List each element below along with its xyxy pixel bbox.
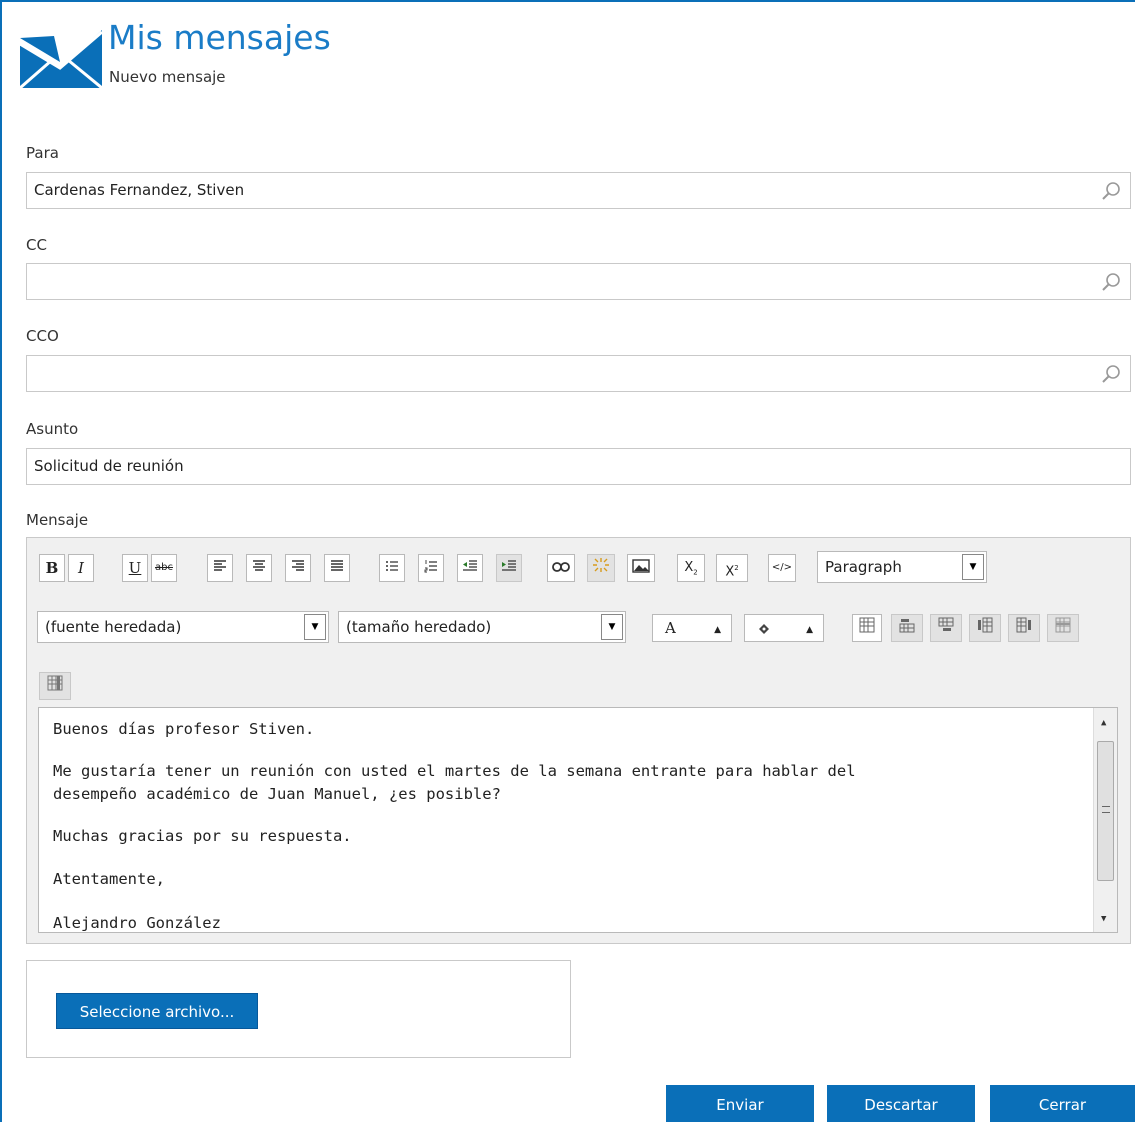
- message-body-line: Muchas gracias por su respuesta.: [53, 827, 352, 845]
- message-body-line: Me gustaría tener un reunión con usted e…: [53, 762, 856, 780]
- subject-field[interactable]: Solicitud de reunión: [26, 448, 1131, 485]
- underline-button[interactable]: U: [122, 554, 148, 582]
- html-view-button[interactable]: </>: [768, 554, 796, 582]
- align-center-button[interactable]: [246, 554, 272, 582]
- delete-row-button[interactable]: [1047, 614, 1079, 642]
- unlink-icon: [593, 558, 609, 572]
- subject-field-value: Solicitud de reunión: [34, 457, 184, 475]
- justify-icon: [331, 560, 343, 571]
- message-body-line: Buenos días profesor Stiven.: [53, 720, 315, 738]
- bullet-list-button[interactable]: [379, 554, 405, 582]
- subscript-label: X: [684, 560, 694, 575]
- font-color-button[interactable]: A ▲: [652, 614, 732, 642]
- numbered-list-button[interactable]: [418, 554, 444, 582]
- to-field[interactable]: Cardenas Fernandez, Stiven: [26, 172, 1131, 209]
- bcc-label: CCO: [26, 327, 59, 345]
- numbered-list-icon: [424, 560, 437, 573]
- message-label: Mensaje: [26, 511, 89, 529]
- highlight-color-button[interactable]: ▲: [744, 614, 824, 642]
- paragraph-format-value: Paragraph: [825, 558, 902, 576]
- delete-column-button[interactable]: [39, 672, 71, 700]
- subject-label: Asunto: [26, 420, 79, 438]
- font-family-value: (fuente heredada): [45, 618, 182, 636]
- message-body-line: Atentamente,: [53, 870, 165, 888]
- link-icon: [552, 562, 570, 572]
- page-title: Mis mensajes: [108, 18, 331, 57]
- envelope-icon: [20, 30, 102, 88]
- message-body-editor[interactable]: Buenos días profesor Stiven. Me gustaría…: [38, 707, 1118, 933]
- outdent-button[interactable]: [457, 554, 483, 582]
- column-left-icon: [978, 617, 993, 633]
- table-icon: [859, 617, 875, 633]
- select-file-button[interactable]: Seleccione archivo...: [56, 993, 258, 1029]
- align-right-button[interactable]: [285, 554, 311, 582]
- insert-link-button[interactable]: [547, 554, 575, 582]
- unlink-button[interactable]: [587, 554, 615, 582]
- column-right-icon: [1016, 617, 1031, 633]
- message-body-line: Alejandro González: [53, 914, 221, 932]
- delete-row-icon: [1055, 617, 1071, 633]
- insert-column-right-button[interactable]: [1008, 614, 1040, 642]
- discard-button[interactable]: Descartar: [827, 1085, 975, 1122]
- close-button[interactable]: Cerrar: [990, 1085, 1135, 1122]
- justify-button[interactable]: [324, 554, 350, 582]
- align-center-icon: [253, 560, 265, 571]
- subscript-button[interactable]: X2: [677, 554, 705, 582]
- paint-bucket-icon: [759, 624, 769, 634]
- bold-button[interactable]: B: [39, 554, 65, 582]
- rich-text-editor: B I U abc X2 X2 </> Paragraph ▼ (fuente …: [26, 537, 1131, 944]
- chevron-down-icon: ▼: [304, 614, 326, 640]
- vertical-scrollbar[interactable]: ▲ ▼: [1093, 708, 1117, 932]
- scroll-down-icon[interactable]: ▼: [1101, 914, 1106, 924]
- cc-label: CC: [26, 236, 47, 254]
- row-below-icon: [938, 617, 954, 631]
- caret-up-icon: ▲: [714, 625, 721, 635]
- delete-column-icon: [47, 675, 63, 691]
- align-left-icon: [214, 560, 226, 571]
- bcc-field[interactable]: [26, 355, 1131, 392]
- italic-button[interactable]: I: [68, 554, 94, 582]
- insert-column-left-button[interactable]: [969, 614, 1001, 642]
- send-button[interactable]: Enviar: [666, 1085, 814, 1122]
- align-left-button[interactable]: [207, 554, 233, 582]
- to-label: Para: [26, 144, 59, 162]
- font-size-value: (tamaño heredado): [346, 618, 492, 636]
- strikethrough-button[interactable]: abc: [151, 554, 177, 582]
- indent-button[interactable]: [496, 554, 522, 582]
- superscript-label: X: [725, 564, 735, 580]
- paragraph-format-select[interactable]: Paragraph ▼: [817, 551, 987, 583]
- caret-up-icon: ▲: [806, 625, 813, 635]
- insert-row-above-button[interactable]: [891, 614, 923, 642]
- align-right-icon: [292, 560, 304, 571]
- superscript-button[interactable]: X2: [716, 554, 748, 582]
- chevron-down-icon: ▼: [962, 554, 984, 580]
- chevron-down-icon: ▼: [601, 614, 623, 640]
- search-icon[interactable]: [1100, 180, 1122, 202]
- indent-icon: [502, 560, 516, 571]
- page-subtitle: Nuevo mensaje: [109, 68, 226, 86]
- attachment-panel: Seleccione archivo...: [26, 960, 571, 1058]
- to-field-value: Cardenas Fernandez, Stiven: [34, 181, 245, 199]
- insert-row-below-button[interactable]: [930, 614, 962, 642]
- scrollbar-thumb[interactable]: [1097, 741, 1114, 881]
- insert-table-button[interactable]: [852, 614, 882, 642]
- font-size-select[interactable]: (tamaño heredado) ▼: [338, 611, 626, 643]
- search-icon[interactable]: [1100, 271, 1122, 293]
- outdent-icon: [463, 560, 477, 571]
- grip-icon: [1102, 806, 1110, 813]
- insert-image-button[interactable]: [627, 554, 655, 582]
- message-body-line: desempeño académico de Juan Manuel, ¿es …: [53, 785, 501, 803]
- cc-field[interactable]: [26, 263, 1131, 300]
- scroll-up-icon[interactable]: ▲: [1101, 718, 1106, 728]
- bullet-list-icon: [386, 561, 398, 571]
- font-family-select[interactable]: (fuente heredada) ▼: [37, 611, 329, 643]
- row-above-icon: [899, 619, 915, 633]
- font-color-label: A: [665, 619, 676, 637]
- image-icon: [632, 559, 650, 573]
- search-icon[interactable]: [1100, 363, 1122, 385]
